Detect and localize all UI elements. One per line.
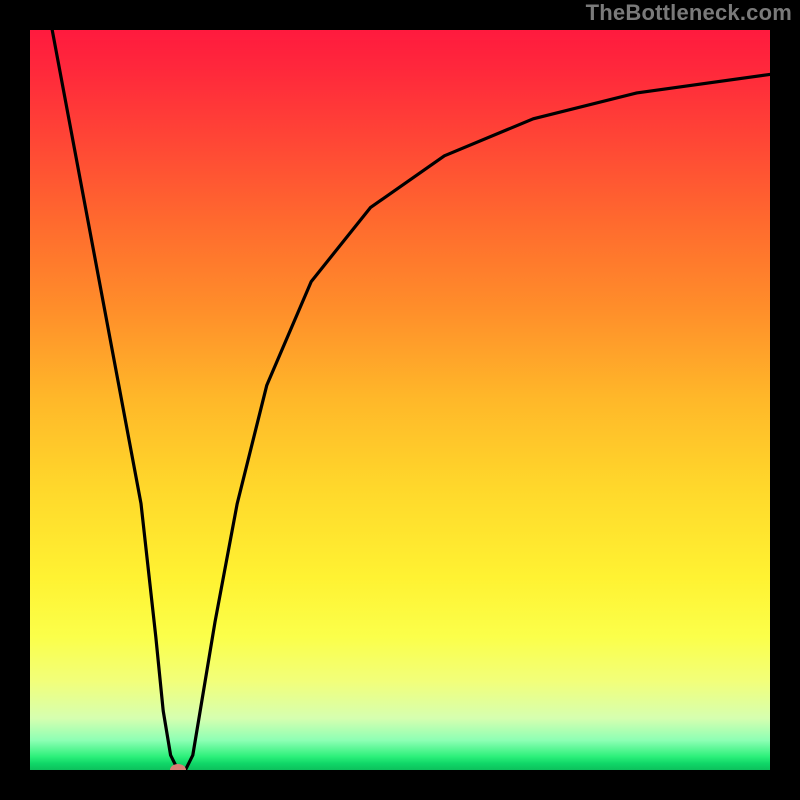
plot-area [30,30,770,770]
watermark-text: TheBottleneck.com [586,0,792,26]
chart-container: TheBottleneck.com [0,0,800,800]
optimal-point-marker [170,764,186,770]
bottleneck-curve [30,30,770,770]
